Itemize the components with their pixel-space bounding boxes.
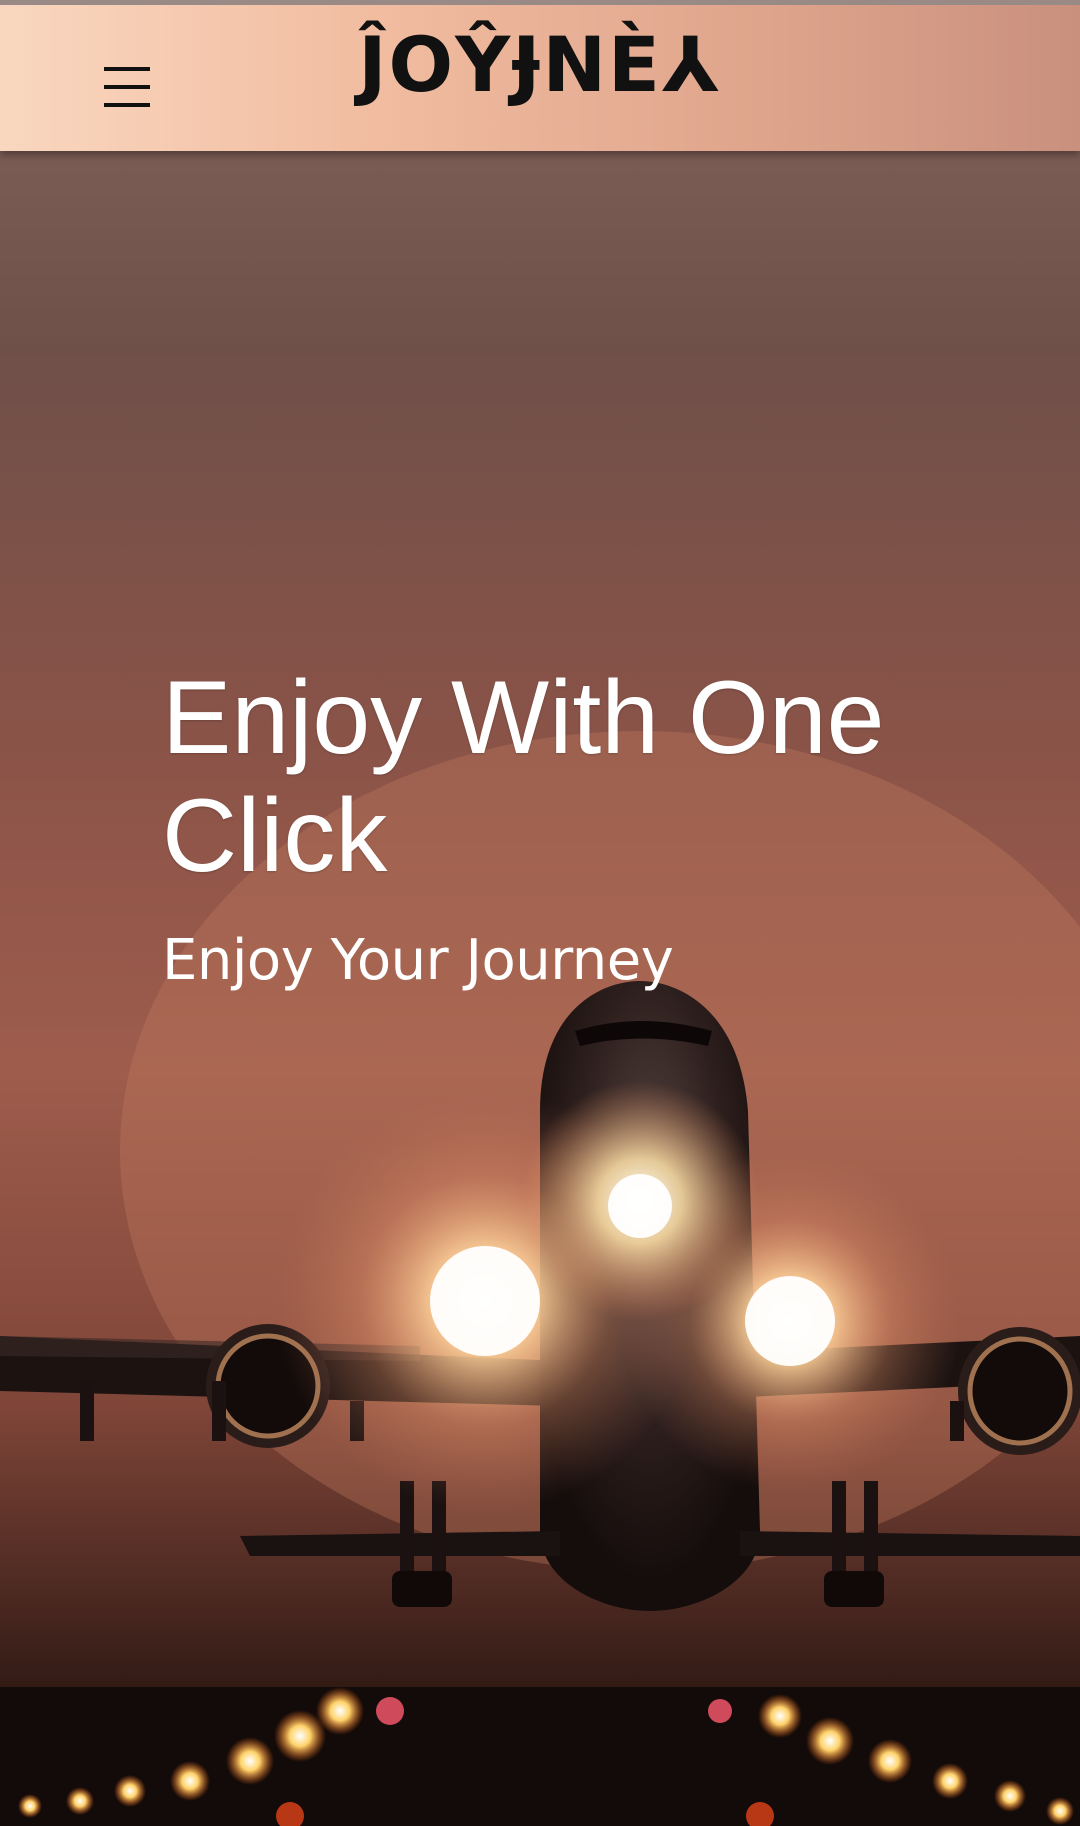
- brand-logo[interactable]: ĴOŶɈNÈ⅄: [0, 27, 1080, 103]
- status-strip: [0, 0, 1080, 5]
- hero-title: Enjoy With One Click: [162, 660, 885, 894]
- top-app-bar: ĴOŶɈNÈ⅄: [0, 5, 1080, 151]
- hero-subtitle: Enjoy Your Journey: [162, 928, 674, 993]
- page: ĴOŶɈNÈ⅄ Enjoy With One Click Enjoy Your …: [0, 0, 1080, 1826]
- hero-banner: Enjoy With One Click Enjoy Your Journey: [0, 151, 1080, 1826]
